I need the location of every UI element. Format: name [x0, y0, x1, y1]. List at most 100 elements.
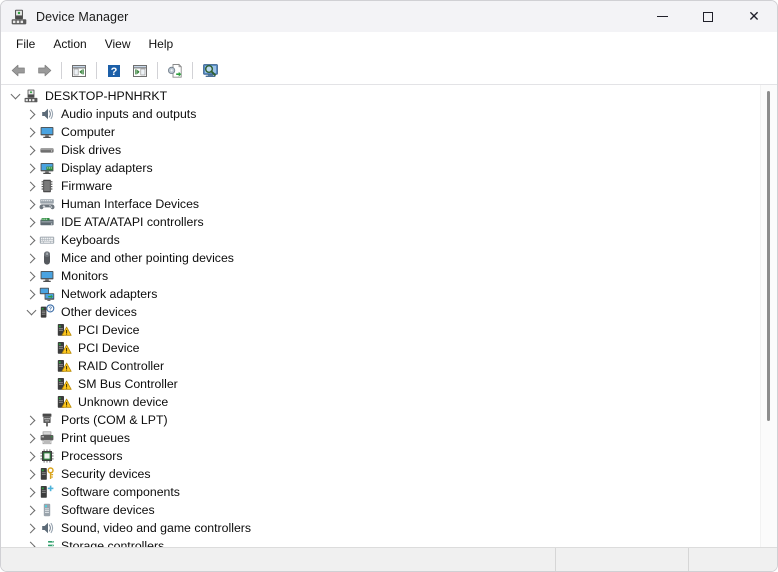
close-button[interactable]: ✕ [731, 1, 777, 32]
port-icon [39, 412, 55, 428]
tree-item-root[interactable]: DESKTOP-HPNHRKT [1, 87, 760, 105]
tree-item-label: Audio inputs and outputs [61, 107, 197, 121]
scan-hardware-changes-button[interactable] [197, 59, 223, 83]
tree-item-computer[interactable]: Computer [1, 123, 760, 141]
chevron-right-icon [25, 181, 35, 191]
tree-item-print-queues[interactable]: Print queues [1, 429, 760, 447]
expand-toggle[interactable] [23, 447, 39, 465]
toolbar-separator-1 [61, 62, 62, 79]
expand-toggle[interactable] [23, 429, 39, 447]
chevron-down-icon [26, 305, 36, 316]
root-expand-toggle[interactable] [7, 87, 23, 105]
tree-item-label: Processors [61, 449, 123, 463]
tree-item-label: Network adapters [61, 287, 158, 301]
processor-icon [39, 448, 55, 464]
tree-item-display-adapters[interactable]: Display adapters [1, 159, 760, 177]
tree-item-security-devices[interactable]: Security devices [1, 465, 760, 483]
maximize-icon [703, 11, 713, 22]
expand-toggle[interactable] [23, 195, 39, 213]
expand-toggle[interactable] [23, 213, 39, 231]
back-button[interactable] [5, 59, 31, 83]
tree-item-keyboards[interactable]: Keyboards [1, 231, 760, 249]
tree-item-pci-device-2[interactable]: PCI Device [1, 339, 760, 357]
expand-toggle[interactable] [23, 465, 39, 483]
tree-item-software-devices[interactable]: Software devices [1, 501, 760, 519]
update-driver-icon [167, 63, 183, 78]
expand-toggle[interactable] [23, 141, 39, 159]
expand-toggle[interactable] [23, 177, 39, 195]
vertical-scrollbar-thumb[interactable] [767, 91, 770, 421]
svg-text:?: ? [111, 66, 118, 78]
tree-item-other-devices[interactable]: ? Other devices [1, 303, 760, 321]
unknown-device-icon: ? [39, 304, 55, 320]
properties-icon [133, 64, 147, 77]
tree-item-ports-com-and-lpt[interactable]: Ports (COM & LPT) [1, 411, 760, 429]
tree-item-label: Storage controllers [61, 539, 165, 547]
tree-item-software-components[interactable]: Software components [1, 483, 760, 501]
tree-item-label: Mice and other pointing devices [61, 251, 234, 265]
tree-item-audio-inputs-and-outputs[interactable]: Audio inputs and outputs [1, 105, 760, 123]
computer-icon [23, 88, 39, 104]
tree-item-sm-bus-controller[interactable]: SM Bus Controller [1, 375, 760, 393]
tree-item-monitors[interactable]: Monitors [1, 267, 760, 285]
tree-item-human-interface-devices[interactable]: Human Interface Devices [1, 195, 760, 213]
show-hide-console-tree-button[interactable] [66, 59, 92, 83]
tree-item-label: PCI Device [78, 341, 140, 355]
expand-toggle[interactable] [23, 303, 39, 321]
help-button[interactable]: ? [101, 59, 127, 83]
chevron-right-icon [25, 541, 35, 547]
mouse-icon [39, 250, 55, 266]
tree-item-raid-controller[interactable]: RAID Controller [1, 357, 760, 375]
expand-toggle[interactable] [23, 231, 39, 249]
maximize-button[interactable] [685, 1, 731, 32]
tree-item-unknown-device[interactable]: Unknown device [1, 393, 760, 411]
tree-item-processors[interactable]: Processors [1, 447, 760, 465]
expand-toggle[interactable] [23, 105, 39, 123]
tree-item-pci-device-1[interactable]: PCI Device [1, 321, 760, 339]
update-driver-button[interactable] [162, 59, 188, 83]
menu-item-view[interactable]: View [96, 34, 140, 54]
tree-item-firmware[interactable]: Firmware [1, 177, 760, 195]
expand-toggle[interactable] [23, 249, 39, 267]
tree-item-network-adapters[interactable]: Network adapters [1, 285, 760, 303]
tree-item-label: Monitors [61, 269, 109, 283]
minimize-icon [656, 16, 668, 17]
software-device-icon [39, 502, 55, 518]
warning-device-icon [56, 340, 72, 356]
tree-item-sound-video-and-game-controllers[interactable]: Sound, video and game controllers [1, 519, 760, 537]
tree-item-mice-and-other-pointing-devices[interactable]: Mice and other pointing devices [1, 249, 760, 267]
expand-toggle[interactable] [23, 501, 39, 519]
tree-item-label: Sound, video and game controllers [61, 521, 252, 535]
tree-item-label: SM Bus Controller [78, 377, 178, 391]
keyboard-icon [39, 232, 55, 248]
toolbar: ? [1, 57, 777, 85]
warning-device-icon [56, 322, 72, 338]
expand-toggle[interactable] [23, 519, 39, 537]
properties-button[interactable] [127, 59, 153, 83]
network-adapter-icon [39, 286, 55, 302]
chevron-right-icon [25, 487, 35, 497]
menu-item-file[interactable]: File [7, 34, 44, 54]
tree-item-storage-controllers[interactable]: Storage controllers [1, 537, 760, 547]
expand-toggle[interactable] [23, 483, 39, 501]
vertical-scrollbar[interactable] [760, 85, 777, 547]
menu-item-help[interactable]: Help [140, 34, 183, 54]
warning-device-icon [56, 358, 72, 374]
device-tree[interactable]: DESKTOP-HPNHRKT Audio inputs and outputs [1, 85, 760, 547]
tree-item-ide-ata-atapi-controllers[interactable]: IDE ATA/ATAPI controllers [1, 213, 760, 231]
chevron-right-icon [25, 109, 35, 119]
minimize-button[interactable] [639, 1, 685, 32]
chevron-right-icon [25, 505, 35, 515]
forward-button[interactable] [31, 59, 57, 83]
expand-toggle[interactable] [23, 123, 39, 141]
device-manager-window: Device Manager ✕ File Action View Help ?… [0, 0, 778, 572]
expand-toggle[interactable] [23, 411, 39, 429]
chevron-right-icon [25, 289, 35, 299]
expand-toggle[interactable] [23, 285, 39, 303]
expand-toggle[interactable] [23, 159, 39, 177]
storage-controller-icon [39, 538, 55, 547]
expand-toggle[interactable] [23, 537, 39, 547]
tree-item-disk-drives[interactable]: Disk drives [1, 141, 760, 159]
expand-toggle[interactable] [23, 267, 39, 285]
menu-item-action[interactable]: Action [44, 34, 95, 54]
